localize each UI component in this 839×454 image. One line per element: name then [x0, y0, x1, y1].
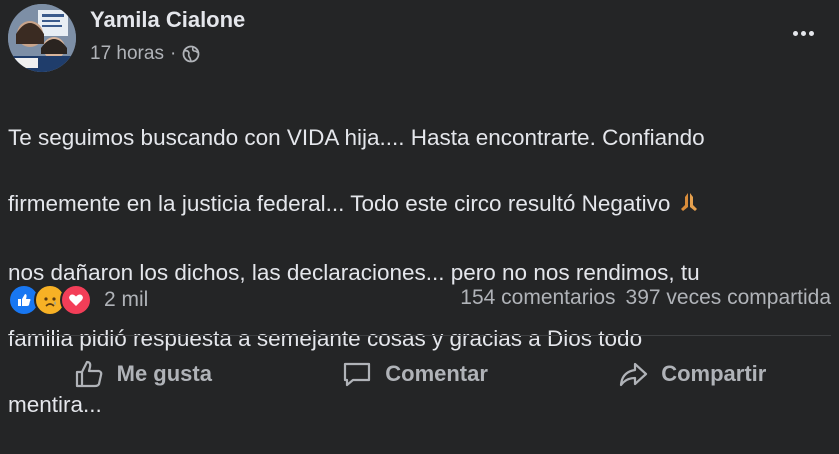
comment-button[interactable]: Comentar — [317, 350, 512, 398]
more-options-button[interactable] — [785, 18, 821, 48]
share-button-label: Compartir — [661, 361, 767, 386]
globe-icon[interactable] — [182, 45, 200, 63]
share-icon — [617, 358, 649, 390]
praying-hands-icon — [677, 190, 701, 223]
post-text-line: firmemente en la justicia federal... Tod… — [8, 191, 671, 216]
like-button[interactable]: Me gusta — [49, 350, 236, 398]
share-count[interactable]: 397 veces compartida — [626, 286, 831, 310]
post-stats: 154 comentarios 397 veces compartida — [460, 286, 831, 310]
divider — [8, 335, 831, 336]
share-button[interactable]: Compartir — [593, 350, 790, 398]
thumbs-up-icon — [73, 358, 105, 390]
comment-icon — [341, 358, 373, 390]
reactions-summary[interactable]: 2 mil — [8, 284, 148, 316]
like-button-label: Me gusta — [116, 361, 212, 386]
more-options-icon — [792, 30, 798, 36]
action-bar: Me gusta Comentar Compartir — [8, 344, 831, 404]
reaction-count[interactable]: 2 mil — [104, 288, 148, 312]
post-text-line-with-emoji: firmemente en la justicia federal... Tod… — [8, 187, 828, 223]
avatar[interactable] — [8, 4, 76, 72]
love-reaction-icon — [60, 284, 92, 316]
post-text-line: Te seguimos buscando con VIDA hija.... H… — [8, 125, 705, 150]
comment-button-label: Comentar — [385, 361, 488, 386]
comment-count[interactable]: 154 comentarios — [460, 286, 615, 310]
author-name[interactable]: Yamila Cialone — [90, 7, 245, 33]
post-timestamp[interactable]: 17 horas — [90, 43, 164, 65]
meta-separator: · — [169, 43, 177, 64]
post-meta: 17 horas · — [90, 43, 200, 65]
